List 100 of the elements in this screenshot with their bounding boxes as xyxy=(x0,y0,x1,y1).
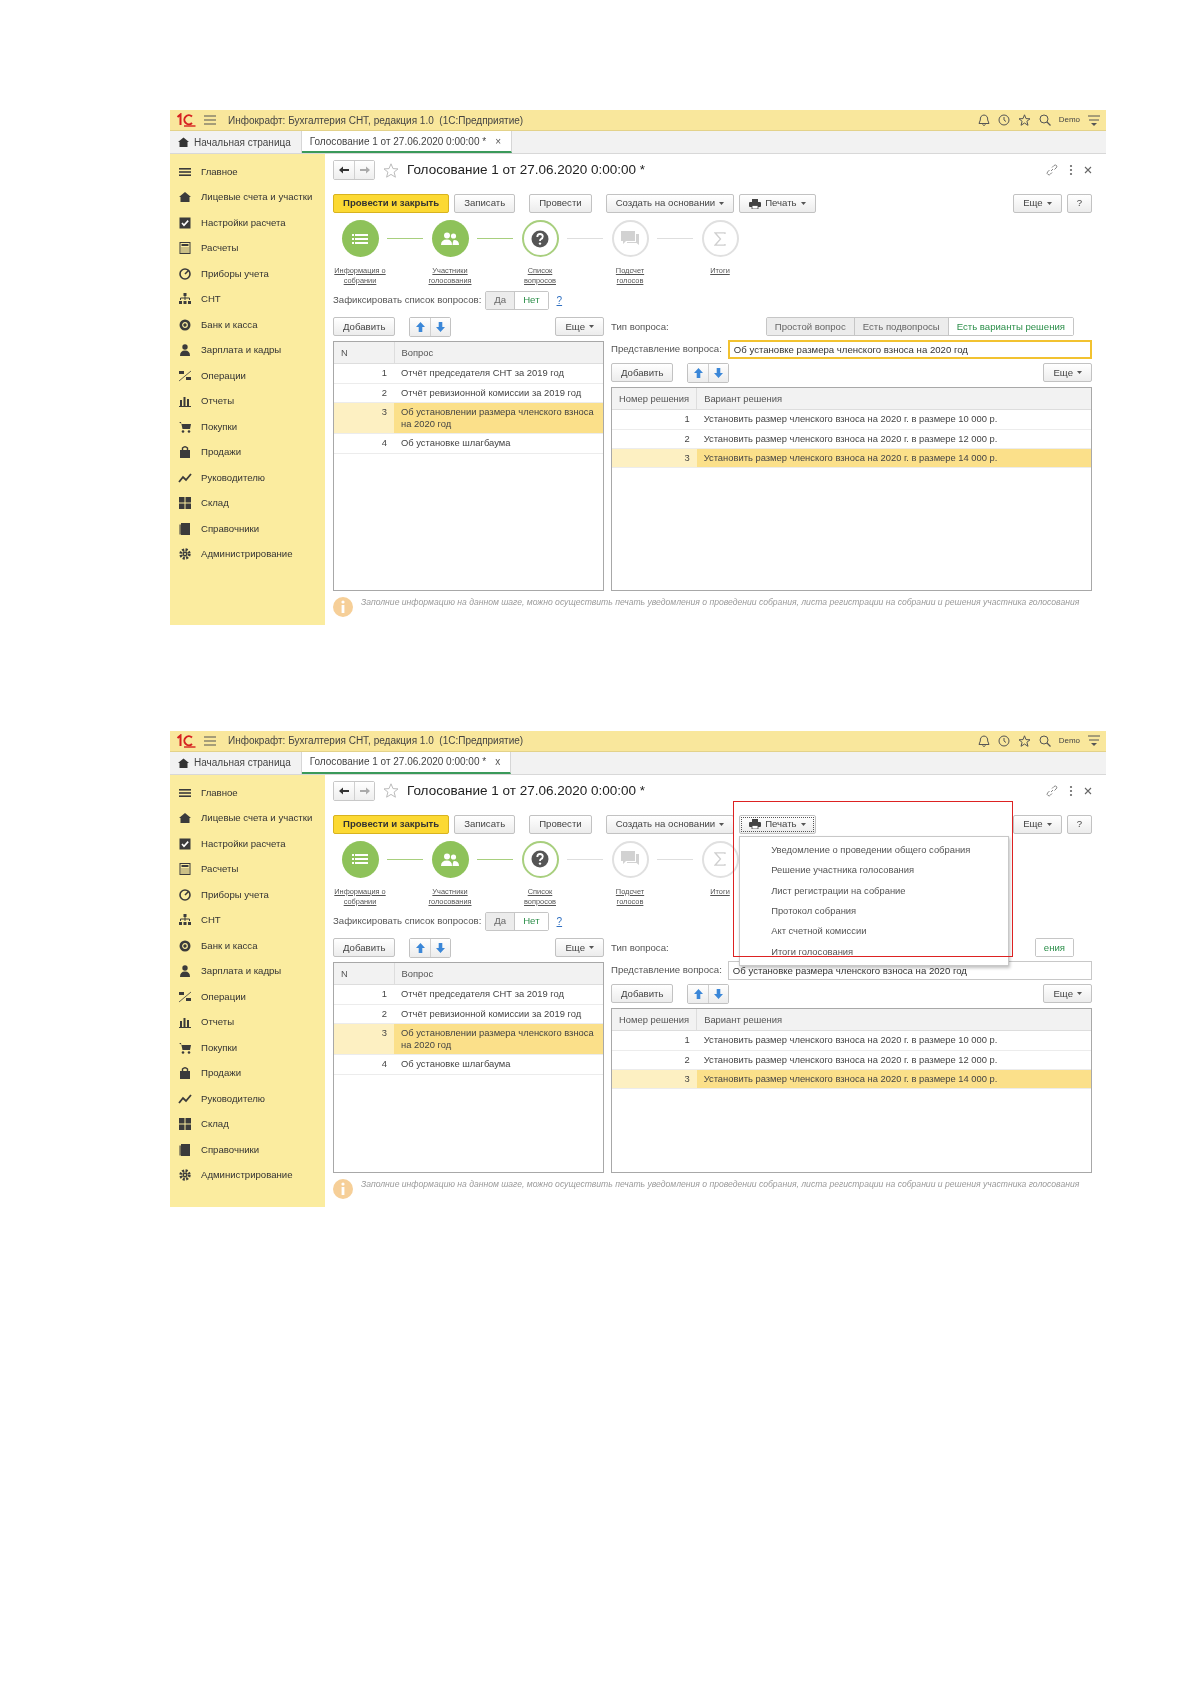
help-button[interactable]: ? xyxy=(1066,814,1092,834)
sidebar-item[interactable]: Операции xyxy=(170,363,325,389)
tab[interactable]: Начальная страница xyxy=(170,131,302,153)
post-and-close-button[interactable]: Провести и закрыть xyxy=(333,194,450,213)
help-link[interactable]: ? xyxy=(556,292,563,308)
star-icon[interactable] xyxy=(383,162,399,178)
toggle-button[interactable]: Есть подвопросы xyxy=(853,318,948,336)
add-button[interactable]: Добавить xyxy=(611,363,674,383)
toggle-button[interactable]: Нет xyxy=(514,912,548,930)
toggle-button[interactable]: Да xyxy=(486,291,515,309)
sidebar-item[interactable]: Приборы учета xyxy=(170,881,325,908)
sidebar-item[interactable]: Руководителю xyxy=(170,1085,325,1112)
dropdown-button[interactable]: Создать на основании xyxy=(605,194,735,213)
column-header[interactable]: Вопрос xyxy=(394,962,603,985)
more-button[interactable]: Еще xyxy=(555,938,604,958)
menu-item[interactable]: Протокол собрания xyxy=(740,900,1009,922)
button[interactable]: Провести xyxy=(529,814,592,834)
sidebar-item[interactable]: Покупки xyxy=(170,1034,325,1061)
close-icon[interactable] xyxy=(1084,786,1092,795)
bell-icon[interactable] xyxy=(977,114,990,126)
sidebar-item[interactable]: Продажи xyxy=(170,1060,325,1086)
more-button[interactable]: Еще xyxy=(1043,984,1092,1004)
sidebar-item[interactable]: Справочники xyxy=(170,516,325,542)
sidebar-item[interactable]: Продажи xyxy=(170,439,325,465)
sidebar-item[interactable]: Банк и касса xyxy=(170,312,325,338)
history-icon[interactable] xyxy=(997,114,1010,126)
toggle-button[interactable]: ения xyxy=(1035,939,1073,957)
sidebar-item[interactable]: СНТ xyxy=(170,286,325,312)
tab[interactable]: Начальная страница xyxy=(170,751,302,774)
post-and-close-button[interactable]: Провести и закрыть xyxy=(333,814,450,834)
star-icon[interactable] xyxy=(1017,734,1031,747)
move-up-button[interactable] xyxy=(410,938,431,957)
column-header[interactable]: Вопрос xyxy=(394,341,603,364)
more-button[interactable]: Еще xyxy=(555,317,604,337)
link-icon[interactable] xyxy=(1046,784,1058,797)
sidebar-item[interactable]: Расчеты xyxy=(170,235,325,261)
column-header[interactable]: N xyxy=(334,962,394,985)
column-header[interactable]: Номер решения xyxy=(612,387,697,410)
sidebar-item[interactable]: Зарплата и кадры xyxy=(170,337,325,363)
sidebar-item[interactable]: Склад xyxy=(170,490,325,516)
menu-item[interactable]: Лист регистрации на собрание xyxy=(740,880,1009,901)
history-icon[interactable] xyxy=(997,734,1010,747)
step-circle[interactable] xyxy=(521,840,559,878)
menu-item[interactable]: Уведомление о проведении общего собрания xyxy=(740,839,1009,861)
search-icon[interactable] xyxy=(1038,734,1051,747)
button[interactable]: Провести xyxy=(529,194,592,213)
sidebar-item[interactable]: Операции xyxy=(170,983,325,1010)
sidebar-item[interactable]: Администрирование xyxy=(170,1162,325,1188)
column-header[interactable]: Номер решения xyxy=(612,1008,697,1031)
step-circle[interactable] xyxy=(521,220,559,257)
sidebar-item[interactable]: Справочники xyxy=(170,1136,325,1163)
toggle-button[interactable]: Есть варианты решения xyxy=(947,318,1073,336)
print-button[interactable]: Печать xyxy=(739,814,816,834)
help-link[interactable]: ? xyxy=(556,913,563,929)
user-name[interactable]: Demo xyxy=(1058,734,1080,747)
button[interactable]: Записать xyxy=(454,814,516,834)
input-field[interactable]: Об установке размера членского взноса на 2020 год xyxy=(727,339,1092,359)
print-button[interactable]: Печать xyxy=(739,194,816,213)
back-button[interactable] xyxy=(334,781,354,800)
menu-item[interactable]: Акт счетной комиссии xyxy=(740,921,1009,942)
sidebar-item[interactable]: Настройки расчета xyxy=(170,830,325,857)
sidebar-item[interactable]: Администрирование xyxy=(170,541,325,567)
sidebar-item[interactable]: Главное xyxy=(170,159,325,185)
button[interactable]: Записать xyxy=(454,194,516,213)
tab[interactable]: Голосование 1 от 27.06.2020 0:00:00 * × xyxy=(301,131,512,153)
back-button[interactable] xyxy=(334,161,354,179)
sidebar-item[interactable]: Лицевые счета и участки xyxy=(170,184,325,210)
sidebar-item[interactable]: Отчеты xyxy=(170,388,325,414)
step-circle[interactable] xyxy=(701,840,739,878)
close-icon[interactable] xyxy=(1084,166,1092,174)
move-up-button[interactable] xyxy=(410,317,431,336)
help-button[interactable]: ? xyxy=(1066,194,1092,213)
toggle-button[interactable]: Простой вопрос xyxy=(766,318,854,336)
star-icon[interactable] xyxy=(1017,114,1031,126)
close-tab-button[interactable]: × xyxy=(495,133,501,149)
sidebar-item[interactable]: Настройки расчета xyxy=(170,210,325,236)
star-icon[interactable] xyxy=(383,783,399,799)
toggle-button[interactable]: Да xyxy=(486,912,515,930)
move-down-button[interactable] xyxy=(708,363,729,382)
sidebar-item[interactable]: Зарплата и кадры xyxy=(170,958,325,984)
sidebar-item[interactable]: Покупки xyxy=(170,414,325,440)
add-button[interactable]: Добавить xyxy=(611,984,674,1004)
sidebar-item[interactable]: Банк и касса xyxy=(170,932,325,959)
menu-icon[interactable] xyxy=(1088,114,1100,126)
sidebar-item[interactable]: Приборы учета xyxy=(170,261,325,287)
move-down-button[interactable] xyxy=(430,938,451,957)
move-up-button[interactable] xyxy=(688,984,709,1003)
tab[interactable]: Голосование 1 от 27.06.2020 0:00:00 * x xyxy=(301,751,512,774)
sidebar-item[interactable]: Лицевые счета и участки xyxy=(170,805,325,831)
sidebar-item[interactable]: Склад xyxy=(170,1111,325,1137)
more-button[interactable]: Еще xyxy=(1013,814,1062,834)
move-down-button[interactable] xyxy=(430,317,451,336)
sidebar-item[interactable]: СНТ xyxy=(170,907,325,933)
menu-icon[interactable] xyxy=(1088,735,1100,747)
column-header[interactable]: N xyxy=(334,341,394,364)
bell-icon[interactable] xyxy=(977,734,990,747)
search-icon[interactable] xyxy=(1038,114,1051,126)
move-up-button[interactable] xyxy=(688,363,709,382)
move-down-button[interactable] xyxy=(708,984,729,1003)
column-header[interactable]: Вариант решения xyxy=(696,387,1091,410)
